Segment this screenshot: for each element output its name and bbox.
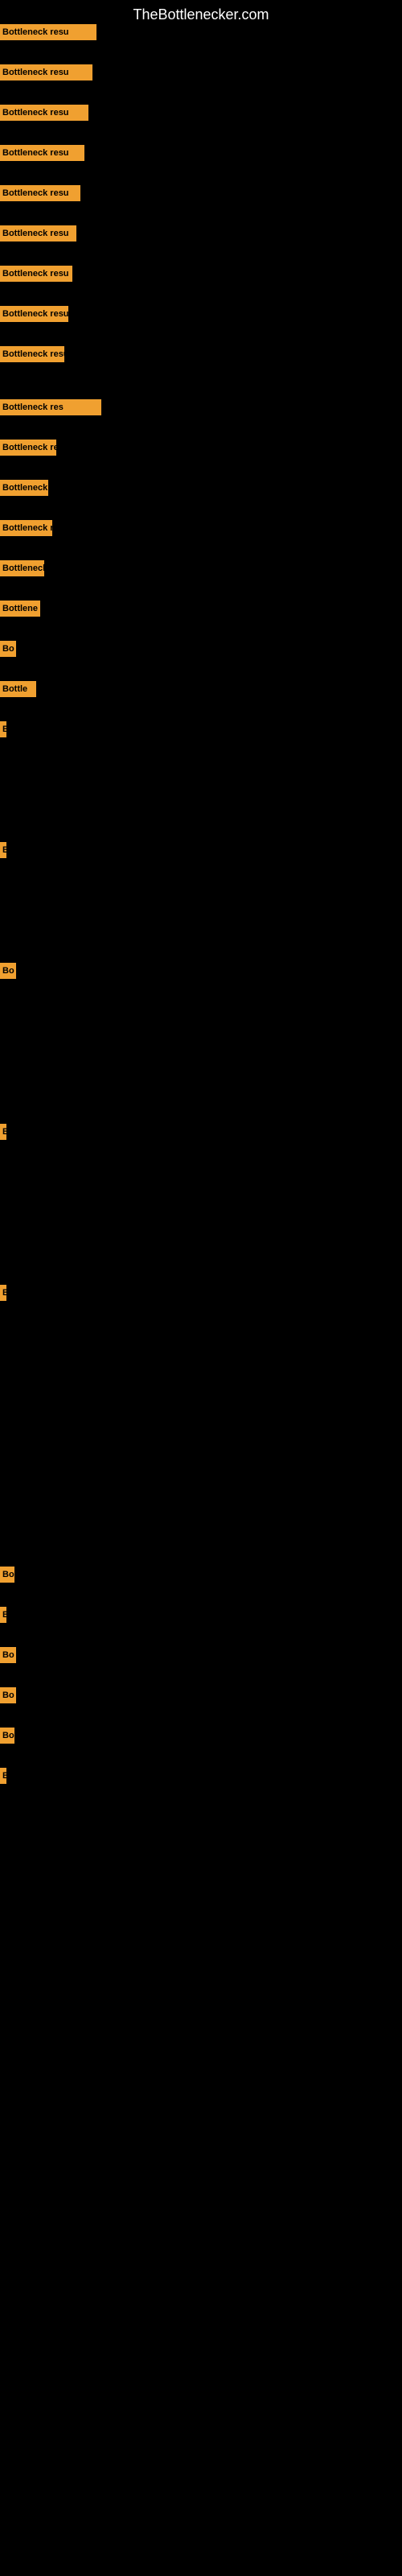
bottleneck-bar: B xyxy=(0,1607,6,1623)
bottleneck-bar: Bottle xyxy=(0,681,36,697)
bottleneck-bar: Bottleneck resu xyxy=(0,185,80,201)
bottleneck-bar: B xyxy=(0,1124,6,1140)
bottleneck-bar: Bottleneck re xyxy=(0,440,56,456)
bottleneck-bar: Bo xyxy=(0,641,16,657)
bottleneck-bar: B xyxy=(0,721,6,737)
bottleneck-bar: Bottleneck resu xyxy=(0,306,68,322)
bottleneck-bar: Bottleneck resu xyxy=(0,145,84,161)
bottleneck-bar: B xyxy=(0,1768,6,1784)
bottleneck-bar: Bo xyxy=(0,1647,16,1663)
bottleneck-bar: Bo xyxy=(0,1687,16,1703)
bottleneck-bar: Bottleneck resu xyxy=(0,266,72,282)
bottleneck-bar: Bottleneck re xyxy=(0,520,52,536)
bottleneck-bar: Bottleneck r xyxy=(0,480,48,496)
bottleneck-bar: Bottleneck resu xyxy=(0,225,76,242)
bottleneck-bar: Bottleneck resu xyxy=(0,24,96,40)
bottleneck-bar: Bottleneck resu xyxy=(0,346,64,362)
bottleneck-bar: B xyxy=(0,842,6,858)
bottleneck-bar: Bottlene xyxy=(0,601,40,617)
bottleneck-bar: Bottleneck r xyxy=(0,560,44,576)
bottleneck-bar: Bottleneck resu xyxy=(0,64,92,80)
bottleneck-bar: Bo xyxy=(0,963,16,979)
bottleneck-bar: Bo xyxy=(0,1728,14,1744)
bottleneck-bar: Bottleneck resu xyxy=(0,105,88,121)
bottleneck-bar: Bo xyxy=(0,1567,14,1583)
bottleneck-bar: B xyxy=(0,1285,6,1301)
bottleneck-bar: Bottleneck res xyxy=(0,399,101,415)
